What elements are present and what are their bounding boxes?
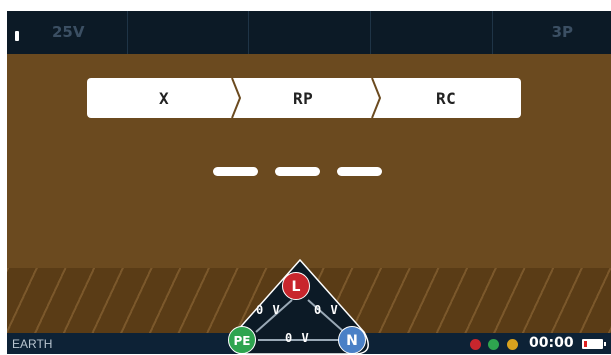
status-led-orange-icon (507, 339, 518, 350)
segment-divider-2 (371, 78, 382, 118)
status-cell-voltage[interactable]: 25V (7, 11, 128, 54)
terminal-diagram: L PE N 0 V 0 V 0 V (214, 256, 386, 354)
measurement-selector: X RP RC (87, 78, 521, 118)
reading-placeholder-1 (213, 167, 258, 176)
voltage-pe-n: 0 V (285, 331, 310, 345)
status-cell-3[interactable] (249, 11, 371, 54)
reading-placeholder-2 (275, 167, 320, 176)
status-led-green-icon (488, 339, 499, 350)
top-status-bar: 25V 3P (7, 11, 611, 54)
terminal-line: L (282, 272, 310, 300)
test-mode-label: EARTH (12, 337, 53, 351)
battery-tip (604, 342, 606, 346)
segment-rp[interactable]: RP (293, 89, 313, 108)
reading-placeholder-3 (337, 167, 382, 176)
clock: 00:00 (529, 335, 574, 351)
terminal-neutral: N (338, 326, 366, 354)
segment-x[interactable]: X (159, 89, 169, 108)
battery-icon (582, 339, 603, 349)
voltage-l-n: 0 V (314, 303, 339, 317)
terminal-protective-earth: PE (228, 326, 256, 354)
probe-indicator-icon (15, 31, 19, 41)
test-voltage: 25V (52, 23, 85, 41)
phase-mode: 3P (551, 23, 573, 41)
status-cell-4[interactable] (371, 11, 493, 54)
voltage-l-pe: 0 V (256, 303, 281, 317)
status-cell-phase[interactable]: 3P (493, 11, 611, 54)
status-led-red-icon (470, 339, 481, 350)
battery-level (584, 341, 587, 347)
status-cell-2[interactable] (128, 11, 249, 54)
segment-divider-1 (231, 78, 242, 118)
segment-rc[interactable]: RC (436, 89, 456, 108)
